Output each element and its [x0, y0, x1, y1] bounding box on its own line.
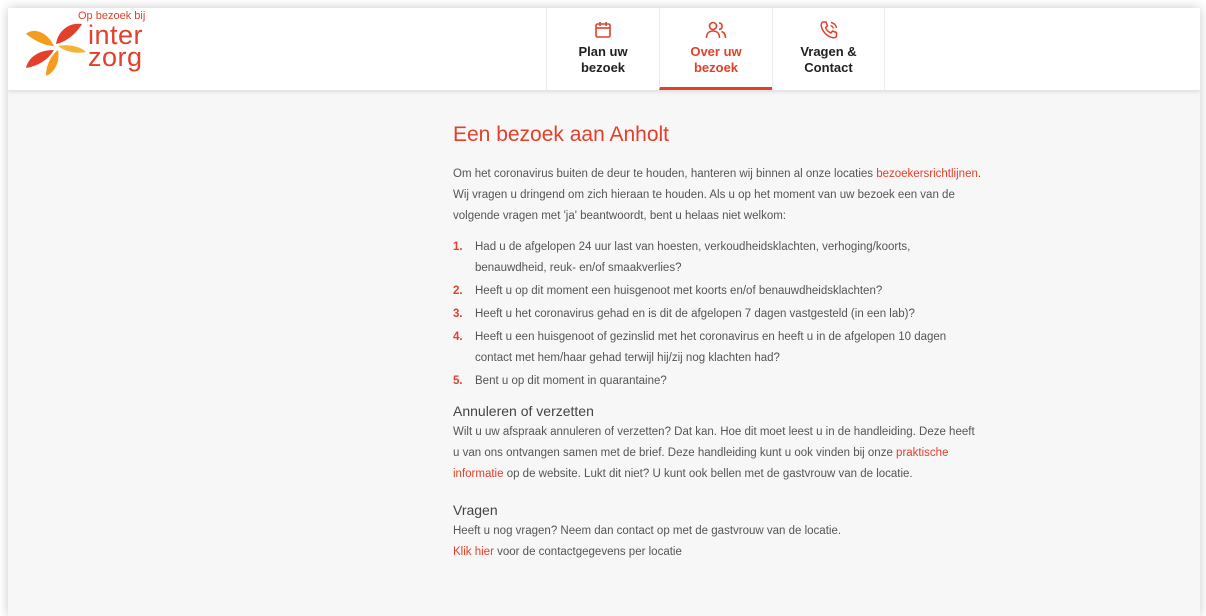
- list-item: 4. Heeft u een huisgenoot of gezinslid me…: [453, 331, 947, 364]
- click-here-link[interactable]: Klik hier: [453, 546, 494, 558]
- main-content: Een bezoek aan Anholt Om het coronavirus…: [453, 120, 983, 563]
- nav-label: Over uw bezoek: [690, 44, 742, 75]
- flower-logo-icon: [26, 23, 86, 76]
- nav-label: Vragen & Contact: [800, 44, 857, 75]
- site-header: Op bezoek bij inter zorg Plan uw bezoek …: [8, 8, 1200, 90]
- users-icon: [705, 21, 727, 39]
- browser-frame: Op bezoek bij inter zorg Plan uw bezoek …: [8, 8, 1200, 616]
- list-item: 3. Heeft u het coronavirus gehad en is di…: [453, 308, 915, 320]
- nav-vragen-contact[interactable]: Vragen & Contact: [772, 8, 885, 90]
- cancel-paragraph: Wilt u uw afspraak annuleren of verzette…: [453, 426, 975, 480]
- nav-over-uw-bezoek[interactable]: Over uw bezoek: [659, 8, 772, 90]
- questions-heading: Vragen: [453, 502, 498, 518]
- main-navigation: Plan uw bezoek Over uw bezoek Vragen & C…: [546, 8, 885, 90]
- list-item: 1. Had u de afgelopen 24 uur last van hoe…: [453, 241, 911, 274]
- list-item: 5. Bent u op dit moment in quarantaine?: [453, 375, 667, 387]
- page-title: Een bezoek aan Anholt: [453, 123, 670, 146]
- phone-call-icon: [819, 21, 837, 39]
- list-item: 2. Heeft u op dit moment een huisgenoot m…: [453, 285, 883, 297]
- contact-paragraph: Klik hier voor de contactgegevens per lo…: [453, 546, 682, 558]
- nav-label: Plan uw bezoek: [578, 44, 628, 75]
- screening-questions-list: 1. Had u de afgelopen 24 uur last van hoe…: [453, 237, 983, 392]
- logo-wordmark: inter zorg: [88, 20, 144, 72]
- interzorg-logo[interactable]: Op bezoek bij inter zorg: [22, 8, 182, 78]
- nav-plan-uw-bezoek[interactable]: Plan uw bezoek: [546, 8, 659, 90]
- calendar-icon: [595, 22, 611, 38]
- questions-paragraph: Heeft u nog vragen? Neem dan contact op …: [453, 525, 842, 537]
- intro-paragraph: Om het coronavirus buiten de deur te hou…: [453, 168, 982, 222]
- visitor-guidelines-link[interactable]: bezoekersrichtlijnen: [876, 168, 978, 180]
- cancel-heading: Annuleren of verzetten: [453, 403, 594, 419]
